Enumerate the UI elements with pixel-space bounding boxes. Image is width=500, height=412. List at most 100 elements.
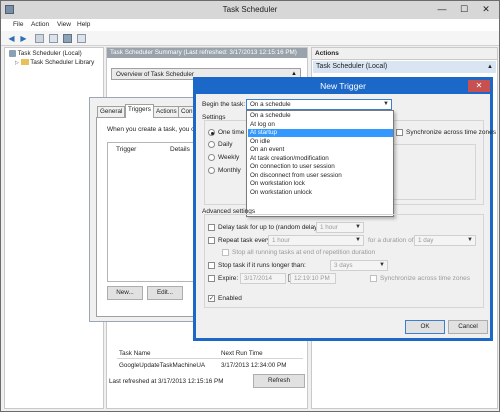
chevron-down-icon: ▼ xyxy=(383,101,389,107)
begin-task-select[interactable]: On a schedule ▼ xyxy=(246,99,392,110)
overview-label: Overview of Task Scheduler xyxy=(116,71,194,78)
enabled-label: Enabled xyxy=(218,295,242,302)
repeat-value: 1 hour xyxy=(272,237,290,244)
new-trigger-button[interactable]: New... xyxy=(107,286,143,300)
chevron-down-icon: ▼ xyxy=(355,224,361,230)
option-on-an-event[interactable]: On an event xyxy=(248,146,393,154)
chevron-down-icon: ▼ xyxy=(379,262,385,268)
expand-icon[interactable]: ▷ xyxy=(15,60,19,66)
main-window: Task Scheduler — ☐ ✕ File Action View He… xyxy=(0,0,500,412)
menu-action[interactable]: Action xyxy=(31,21,49,28)
actions-sub-label: Task Scheduler (Local) xyxy=(316,63,388,70)
stop-longer-label: Stop task if it runs longer than: xyxy=(218,262,306,269)
stop-longer-checkbox[interactable] xyxy=(208,262,215,269)
tree-root-label: Task Scheduler (Local) xyxy=(17,50,82,58)
repeat-select[interactable]: 1 hour ▼ xyxy=(268,235,364,246)
menu-file[interactable]: File xyxy=(13,21,23,28)
tree-item-library[interactable]: ▷ Task Scheduler Library xyxy=(15,59,94,66)
clock-icon xyxy=(9,50,16,57)
col-trigger[interactable]: Trigger xyxy=(116,146,136,153)
actions-subheader[interactable]: Task Scheduler (Local) ▲ xyxy=(313,61,496,73)
summary-header: Task Scheduler Summary (Last refreshed: … xyxy=(107,48,307,58)
duration-label: for a duration of: xyxy=(368,237,416,244)
expire-sync-label: Synchronize across time zones xyxy=(380,275,470,282)
sync-timezones-label: Synchronize across time zones xyxy=(406,129,496,136)
option-at-log-on[interactable]: At log on xyxy=(248,121,393,129)
radio-daily-label: Daily xyxy=(218,141,233,148)
sync-timezones-checkbox[interactable] xyxy=(396,129,403,136)
table-header-line xyxy=(117,358,303,359)
menu-help[interactable]: Help xyxy=(77,21,90,28)
chevron-down-icon: ▼ xyxy=(355,237,361,243)
option-on-idle[interactable]: On idle xyxy=(248,138,393,146)
option-on-connection[interactable]: On connection to user session xyxy=(248,163,393,171)
up-folder-icon[interactable] xyxy=(35,34,44,43)
expire-date-value: 3/17/2014 xyxy=(244,275,273,282)
option-on-a-schedule[interactable]: On a schedule xyxy=(248,112,393,120)
last-refreshed-text: Last refreshed at 3/17/2013 12:15:16 PM xyxy=(109,378,224,385)
tree-library-label: Task Scheduler Library xyxy=(30,59,95,66)
tab-triggers[interactable]: Triggers xyxy=(125,104,154,118)
duration-select[interactable]: 1 day ▼ xyxy=(414,235,476,246)
expire-checkbox[interactable] xyxy=(208,275,215,282)
option-on-workstation-lock[interactable]: On workstation lock xyxy=(248,180,393,188)
triggers-intro-text: When you create a task, you can xyxy=(107,126,202,133)
refresh-button[interactable]: Refresh xyxy=(253,374,305,388)
tab-actions[interactable]: Actions xyxy=(153,106,180,117)
expire-time-picker[interactable]: 12:19:10 PM xyxy=(290,273,336,284)
app-icon xyxy=(5,5,14,14)
option-at-startup[interactable]: At startup xyxy=(248,129,393,138)
cancel-button[interactable]: Cancel xyxy=(448,320,488,334)
window-title: Task Scheduler xyxy=(1,1,499,19)
col-details[interactable]: Details xyxy=(170,146,190,153)
radio-one-time[interactable] xyxy=(208,129,215,136)
enabled-checkbox[interactable]: ✓ xyxy=(208,295,215,302)
radio-one-time-label: One time xyxy=(218,129,245,136)
begin-task-label: Begin the task: xyxy=(202,101,245,108)
chevron-down-icon: ▼ xyxy=(467,237,473,243)
tab-general[interactable]: General xyxy=(97,106,126,117)
ok-button[interactable]: OK xyxy=(405,320,445,334)
table-row[interactable]: GoogleUpdateTaskMachineUA 3/17/2013 12:3… xyxy=(117,361,303,370)
col-next-run[interactable]: Next Run Time xyxy=(221,350,263,357)
edit-trigger-button[interactable]: Edit... xyxy=(147,286,183,300)
new-trigger-title: New Trigger xyxy=(196,80,490,94)
option-on-workstation-unlock[interactable]: On workstation unlock xyxy=(248,189,393,197)
radio-monthly[interactable] xyxy=(208,167,215,174)
show-hide-tree-icon[interactable] xyxy=(49,34,58,43)
next-run-cell: 3/17/2013 12:34:00 PM xyxy=(221,362,287,369)
radio-weekly[interactable] xyxy=(208,154,215,161)
option-on-disconnect[interactable]: On disconnect from user session xyxy=(248,172,393,180)
expire-sync-checkbox[interactable] xyxy=(370,275,377,282)
actions-header: Actions xyxy=(312,48,497,60)
duration-value: 1 day xyxy=(418,237,434,244)
begin-task-value: On a schedule xyxy=(250,101,291,108)
new-trigger-dialog: New Trigger ✕ Begin the task: On a sched… xyxy=(193,77,496,341)
col-task-name[interactable]: Task Name xyxy=(119,350,151,357)
minimize-icon[interactable]: — xyxy=(431,1,453,17)
close-icon[interactable]: ✕ xyxy=(468,80,490,92)
back-arrow-icon[interactable]: ◀ xyxy=(7,34,16,43)
show-actions-icon[interactable] xyxy=(77,34,86,43)
stop-longer-value: 3 days xyxy=(334,262,353,269)
stop-all-checkbox[interactable] xyxy=(222,249,229,256)
toolbar: ◀ ▶ xyxy=(1,31,499,46)
repeat-checkbox[interactable] xyxy=(208,237,215,244)
maximize-icon[interactable]: ☐ xyxy=(453,1,475,17)
menu-view[interactable]: View xyxy=(57,21,71,28)
close-icon[interactable]: ✕ xyxy=(475,1,497,17)
expire-label: Expire: xyxy=(218,275,239,282)
expire-date-picker[interactable]: 3/17/2014 xyxy=(240,273,286,284)
delay-select[interactable]: 1 hour ▼ xyxy=(316,222,364,233)
forward-arrow-icon[interactable]: ▶ xyxy=(19,34,28,43)
delay-checkbox[interactable] xyxy=(208,224,215,231)
radio-monthly-label: Monthly xyxy=(218,167,241,174)
collapse-arrow-icon[interactable]: ▲ xyxy=(487,61,493,73)
radio-daily[interactable] xyxy=(208,141,215,148)
option-at-task-creation[interactable]: At task creation/modification xyxy=(248,155,393,163)
stop-all-label: Stop all running tasks at end of repetit… xyxy=(232,249,376,256)
stop-longer-select[interactable]: 3 days ▼ xyxy=(330,260,388,271)
tree-item-root[interactable]: Task Scheduler (Local) xyxy=(9,50,82,57)
help-icon[interactable] xyxy=(63,34,72,43)
begin-task-dropdown[interactable]: On a schedule At log on At startup On id… xyxy=(246,110,394,217)
